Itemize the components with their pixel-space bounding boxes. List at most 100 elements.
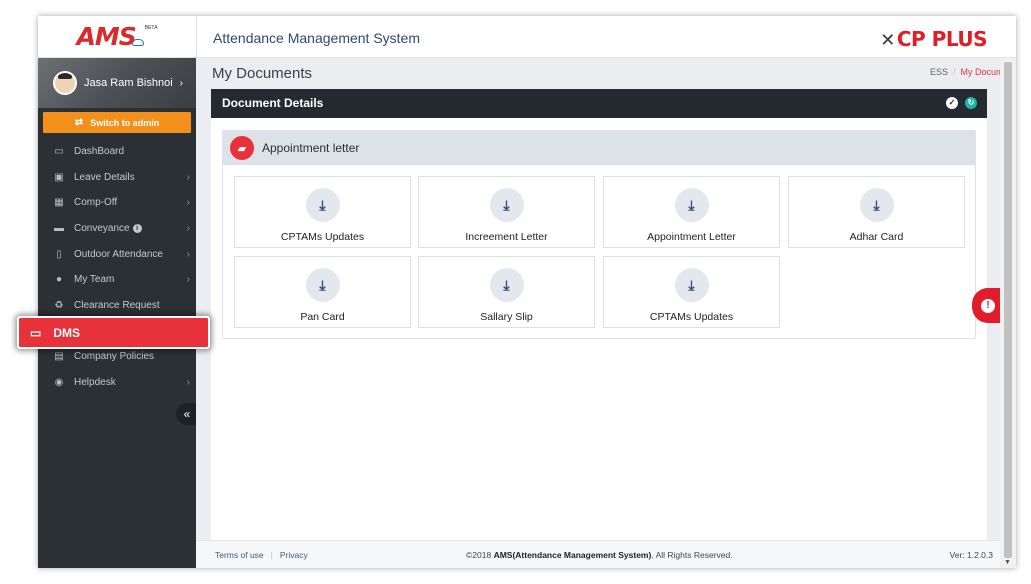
avatar [53,71,77,95]
refresh-icon[interactable]: ↻ [965,97,977,109]
footer: Terms of use | Privacy ©2018 AMS(Attendanc… [196,540,1000,568]
double-chevron-left-icon: « [183,407,191,421]
version-label: Ver: 1.2.0.3 [949,550,993,560]
info-icon: i [132,224,142,234]
switch-to-admin-button[interactable]: ⇄ Switch to admin [43,112,191,133]
user-profile[interactable]: Jasa Ram Bishnoi › [38,58,196,108]
sidebar-item-comp-off[interactable]: ▦ Comp-Off › [38,190,196,216]
mobile-icon: ▯ [56,248,62,260]
download-icon: ⤓ [489,188,524,222]
chevron-right-icon: › [179,77,183,89]
document-card[interactable]: ⤓ CPTAMs Updates [603,256,780,328]
chevron-right-icon: › [186,376,190,388]
sidebar-item-label: Company Policies [74,351,155,363]
sidebar-item-my-team[interactable]: ● My Team › [38,267,196,293]
breadcrumb-separator: / [952,67,956,77]
sidebar-item-label: DashBoard [74,146,125,158]
scrollbar[interactable]: ▼ [1000,58,1016,568]
document-card[interactable]: ⤓ Pan Card [234,256,411,328]
scrollbar-thumb[interactable] [1004,62,1012,558]
document-label: CPTAMs Updates [280,231,365,243]
sidebar-item-label: Helpdesk [74,376,116,388]
document-label: Adhar Card [849,231,904,243]
recycle-icon: ♻ [54,299,64,311]
chevron-right-icon: › [186,223,190,235]
sidebar-item-dms[interactable]: ▭ DMS [17,316,210,349]
sidebar-item-outdoor-attendance[interactable]: ▯ Outdoor Attendance › [38,241,196,267]
users-icon: ● [55,274,63,286]
switch-label: Switch to admin [90,117,160,128]
sidebar-item-dashboard[interactable]: ▭ DashBoard [38,139,196,165]
chevron-right-icon: › [186,197,190,209]
app-title: Attendance Management System [213,30,421,46]
panel-tools: ✓ ↻ [946,97,977,109]
main-content: My Documents ESS / My Document Document De… [196,58,1016,540]
document-label: Pan Card [300,311,345,323]
download-icon: ⤓ [859,188,894,222]
calendar-icon: ▣ [54,171,64,183]
chevron-right-icon: › [186,171,190,183]
download-icon: ⤓ [674,188,709,222]
copyright-year: ©2018 [466,550,492,560]
brand-logo: ✕ CP PLUS [880,27,987,51]
sidebar-item-helpdesk[interactable]: ◉ Helpdesk › [38,369,196,395]
logo-beta-label: BETA [144,24,158,31]
document-card[interactable]: ⤓ Appointment Letter [603,176,780,248]
alert-icon: ! [981,298,995,313]
sidebar-item-conveyance[interactable]: ▬ Conveyance i › [38,216,196,242]
sidebar-item-label: Leave Details [74,171,135,183]
download-icon: ⤓ [305,188,340,222]
chevron-right-icon: › [186,274,190,286]
document-card[interactable]: ⤓ CPTAMs Updates [234,176,411,248]
brand-text: CP PLUS [896,27,988,51]
footer-links: Terms of use | Privacy [215,550,308,560]
document-label: Sallary Slip [480,311,533,323]
calendar-grid-icon: ▦ [54,197,64,209]
document-card[interactable]: ⤓ Increement Letter [418,176,595,248]
scroll-down-arrow-icon[interactable]: ▼ [1004,559,1011,566]
copyright-suffix: . All Rights Reserved. [651,550,733,560]
sidebar: AMS BETA Jasa Ram Bishnoi › ⇄ Switch to … [38,16,198,568]
sidebar-item-clearance-request[interactable]: ♻ Clearance Request [38,293,196,319]
collapse-sidebar-button[interactable]: « [176,403,198,425]
checkmark-icon[interactable]: ✓ [946,97,958,109]
breadcrumb-ess[interactable]: ESS [930,67,948,77]
document-card[interactable]: ⤓ Adhar Card [788,176,965,248]
document-card[interactable]: ⤓ Sallary Slip [418,256,595,328]
copyright-name: AMS(Attendance Management System) [493,550,652,560]
sidebar-item-label: Outdoor Attendance [74,248,163,260]
document-label: Increement Letter [465,231,548,243]
user-name: Jasa Ram Bishnoi [84,77,173,89]
panel-title: Document Details [222,96,324,110]
footer-separator: | [270,550,273,560]
folder-title: Appointment letter [262,141,360,155]
terms-link[interactable]: Terms of use [215,550,264,560]
document-folder: ▰ Appointment letter ⤓ CPTAMs Updates ⤓ … [222,130,976,339]
sidebar-item-label: Conveyance [74,223,130,235]
sidebar-item-label: DMS [53,325,81,340]
download-icon: ⤓ [489,268,524,302]
page-title: My Documents [212,65,313,82]
sidebar-item-label: Clearance Request [74,299,160,311]
laptop-icon: ▭ [54,146,64,158]
document-details-body: ▰ Appointment letter ⤓ CPTAMs Updates ⤓ … [211,118,987,540]
sidebar-item-leave-details[interactable]: ▣ Leave Details › [38,165,196,191]
document-details-header: Document Details ✓ ↻ [211,89,987,118]
chevron-right-icon: › [186,248,190,260]
cloud-icon [131,39,144,46]
privacy-link[interactable]: Privacy [280,550,308,560]
laptop-icon: ▭ [30,325,42,340]
sidebar-item-label: My Team [74,274,115,286]
copyright: ©2018 AMS(Attendance Management System).… [466,550,733,560]
eye-icon: ◉ [54,376,64,388]
document-label: Appointment Letter [647,231,736,243]
brand-mark-icon: ✕ [880,30,895,51]
document-label: CPTAMs Updates [649,311,734,323]
ams-logo[interactable]: AMS BETA [38,16,196,58]
top-header: Attendance Management System ✕ CP PLUS [196,16,1016,58]
shuffle-icon: ⇄ [74,117,84,128]
document-icon: ▤ [54,351,64,363]
logo-text: AMS [76,22,137,51]
folder-header[interactable]: ▰ Appointment letter [223,131,975,165]
sidebar-item-label: Comp-Off [74,197,118,209]
